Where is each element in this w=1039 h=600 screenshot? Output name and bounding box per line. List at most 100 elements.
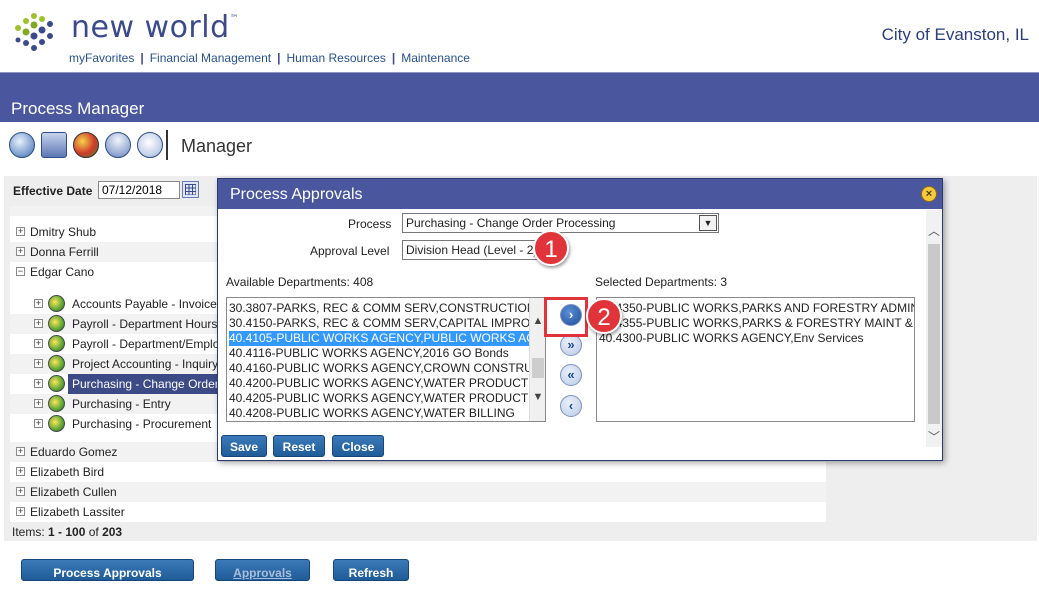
process-icon[interactable] [9, 132, 35, 158]
refresh-button[interactable]: Refresh [333, 559, 409, 581]
calendar-icon[interactable] [182, 181, 199, 198]
approvals-button[interactable]: Approvals [215, 559, 310, 581]
list-item[interactable]: 40.4300-PUBLIC WORKS AGENCY,Env Services [599, 331, 864, 346]
dialog-header: Process Approvals × [218, 179, 942, 209]
list-item[interactable]: 40.4355-PUBLIC WORKS,PARKS & FORESTRY MA… [599, 316, 914, 331]
expand-icon[interactable]: + [16, 507, 25, 516]
close-button[interactable]: Close [332, 435, 384, 457]
nav-financial-management[interactable]: Financial Management [150, 51, 271, 65]
user-icon[interactable] [105, 132, 131, 158]
tree-label: Dmitry Shub [30, 225, 97, 239]
expand-icon[interactable]: + [34, 359, 43, 368]
approve-icon[interactable] [137, 132, 163, 158]
toolbar-title: Manager [181, 136, 253, 156]
expand-icon[interactable]: + [34, 299, 43, 308]
list-scrollbar[interactable]: ▲ ▼ [529, 298, 545, 421]
nav-separator: | [277, 51, 281, 65]
collapse-icon[interactable]: − [16, 267, 25, 276]
add-button-highlight [544, 297, 588, 337]
approval-level-label: Approval Level [310, 244, 390, 258]
calendar-grid-icon[interactable] [41, 132, 67, 158]
expand-icon[interactable]: + [34, 399, 43, 408]
tree-label: Eduardo Gomez [30, 445, 118, 459]
expand-icon[interactable]: + [16, 487, 25, 496]
expand-icon[interactable]: + [16, 467, 25, 476]
reset-button[interactable]: Reset [273, 435, 325, 457]
tree-row[interactable]: + Elizabeth Cullen [10, 482, 826, 502]
items-count: Items: 1 - 100 of 203 [12, 525, 123, 539]
scroll-thumb[interactable] [532, 358, 544, 378]
tree-label: Edgar Cano [30, 265, 95, 279]
callout-badge-2: 2 [586, 298, 622, 334]
effective-date-input[interactable] [98, 181, 180, 199]
tree-label: Elizabeth Cullen [30, 485, 117, 499]
toolbar-divider [166, 130, 168, 160]
effective-date-label: Effective Date [13, 184, 93, 198]
tree-label: Donna Ferrill [30, 245, 99, 259]
nav-my-favorites[interactable]: myFavorites [69, 51, 134, 65]
remove-selected-icon[interactable]: ‹ [560, 395, 582, 417]
nav-maintenance[interactable]: Maintenance [401, 51, 470, 65]
dialog-scrollbar[interactable]: ︿ ﹀ [926, 210, 942, 447]
top-nav: myFavorites | Financial Management | Human R… [69, 51, 470, 65]
save-button[interactable]: Save [221, 435, 267, 457]
process-status-icon [48, 355, 65, 372]
scroll-down-icon[interactable]: ﹀ [926, 430, 942, 444]
list-item[interactable]: 40.4208-PUBLIC WORKS AGENCY,WATER BILLIN… [229, 406, 515, 421]
list-item[interactable]: 30.3807-PARKS, REC & COMM SERV,CONSTRUCT… [229, 301, 545, 316]
tree-label: Purchasing - Procurement [72, 417, 212, 431]
tree-label: Payroll - Department/Employee [72, 337, 239, 351]
tree-label: Elizabeth Bird [30, 465, 105, 479]
selected-departments-label: Selected Departments: 3 [595, 275, 728, 289]
close-icon[interactable]: × [921, 186, 937, 202]
available-departments-list[interactable]: 30.3807-PARKS, REC & COMM SERV,CONSTRUCT… [226, 297, 546, 422]
expand-icon[interactable]: + [16, 247, 25, 256]
scroll-down-icon[interactable]: ▼ [530, 390, 545, 404]
tree-label: Purchasing - Change Order [72, 377, 219, 391]
tree-row[interactable]: + Elizabeth Lassiter [10, 502, 826, 522]
process-select[interactable]: Purchasing - Change Order Processing ▼ [402, 213, 719, 233]
process-status-icon [48, 295, 65, 312]
scroll-thumb[interactable] [928, 244, 940, 424]
process-status-icon [48, 415, 65, 432]
add-all-icon[interactable]: » [560, 334, 582, 356]
process-status-icon [48, 395, 65, 412]
tree-label: Payroll - Department Hours [72, 317, 218, 331]
available-departments-label: Available Departments: 408 [226, 275, 374, 289]
list-item[interactable]: 40.4160-PUBLIC WORKS AGENCY,CROWN CONSTR… [229, 361, 545, 376]
dialog-title: Process Approvals [230, 186, 363, 203]
list-item[interactable]: 40.4205-PUBLIC WORKS AGENCY,WATER PRODUC… [229, 391, 545, 406]
process-status-icon [48, 375, 65, 392]
selected-departments-list[interactable]: 40.4350-PUBLIC WORKS,PARKS AND FORESTRY … [596, 297, 915, 422]
tree-row[interactable]: + Elizabeth Bird [10, 462, 826, 482]
tree-label: Purchasing - Entry [72, 397, 171, 411]
nav-separator: | [140, 51, 144, 65]
list-item[interactable]: 40.4350-PUBLIC WORKS,PARKS AND FORESTRY … [599, 301, 914, 316]
expand-icon[interactable]: + [16, 227, 25, 236]
nav-human-resources[interactable]: Human Resources [286, 51, 385, 65]
approval-level-select[interactable]: Division Head (Level - 2) [402, 240, 538, 260]
expand-icon[interactable]: + [34, 379, 43, 388]
expand-icon[interactable]: + [16, 447, 25, 456]
process-approvals-button[interactable]: Process Approvals [21, 559, 194, 581]
page-title: Process Manager [11, 99, 145, 118]
process-status-icon [48, 335, 65, 352]
expand-icon[interactable]: + [34, 339, 43, 348]
city-name: City of Evanston, IL [881, 25, 1029, 44]
expand-icon[interactable]: + [34, 319, 43, 328]
scroll-up-icon[interactable]: ︿ [926, 224, 942, 238]
list-item-selected[interactable]: 40.4105-PUBLIC WORKS AGENCY,PUBLIC WORKS… [229, 331, 545, 346]
chevron-down-icon[interactable]: ▼ [699, 215, 717, 231]
nav-separator: | [391, 51, 396, 65]
list-item[interactable]: 40.4200-PUBLIC WORKS AGENCY,WATER PRODUC… [229, 376, 545, 391]
list-item[interactable]: 40.4116-PUBLIC WORKS AGENCY,2016 GO Bond… [229, 346, 509, 361]
remove-all-icon[interactable]: « [560, 364, 582, 386]
expand-icon[interactable]: + [34, 419, 43, 428]
tree-label: Accounts Payable - Invoice [72, 297, 217, 311]
tree-label: Project Accounting - Inquiry [72, 357, 219, 371]
group-icon[interactable] [73, 132, 99, 158]
toolbar: Manager [0, 122, 1039, 170]
new-world-logo-icon [15, 13, 53, 51]
process-label: Process [348, 217, 392, 231]
list-item[interactable]: 30.4150-PARKS, REC & COMM SERV,CAPITAL I… [229, 316, 545, 331]
